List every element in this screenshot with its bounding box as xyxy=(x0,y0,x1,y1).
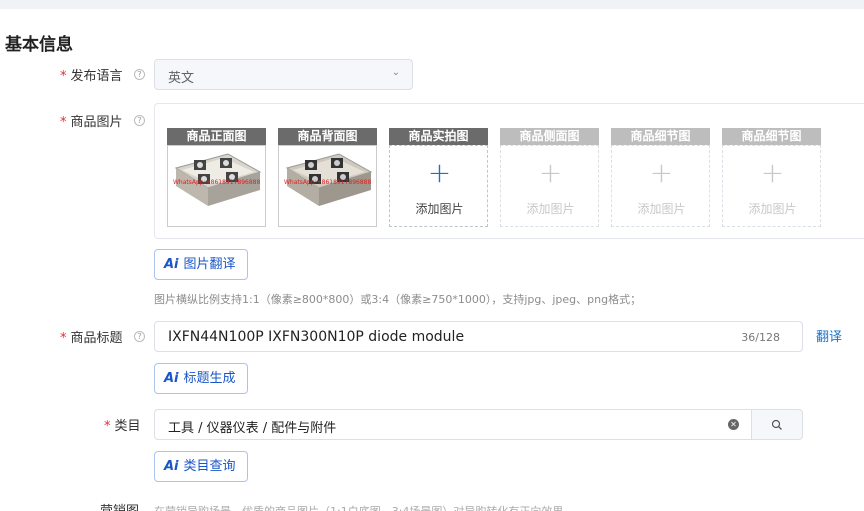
add-image-button: + 添加图片 xyxy=(611,145,710,227)
slot-caption: 商品细节图 xyxy=(722,128,821,145)
required-mark: * xyxy=(104,419,111,434)
product-image[interactable]: WhatsApp:+8618917896888 xyxy=(278,145,377,227)
language-value: 英文 xyxy=(168,71,195,86)
add-image-label: 添加图片 xyxy=(415,202,464,216)
help-icon[interactable]: ? xyxy=(134,69,145,80)
image-slot-detail-1: 商品细节图 + 添加图片 xyxy=(611,128,710,227)
category-label: * 类目 xyxy=(104,419,141,434)
image-slot-side: 商品侧面图 + 添加图片 xyxy=(500,128,599,227)
svg-text:WhatsApp:+8618917896888: WhatsApp:+8618917896888 xyxy=(284,179,371,186)
plus-icon: + xyxy=(760,156,785,189)
svg-text:WhatsApp:+8618917896888: WhatsApp:+8618917896888 xyxy=(173,179,260,186)
image-hint: 图片横纵比例支持1:1（像素≥800*800）或3:4（像素≥750*1000）… xyxy=(154,293,642,306)
slot-caption: 商品侧面图 xyxy=(500,128,599,145)
slot-caption: 商品背面图 xyxy=(278,128,377,145)
marketing-label: 营销图 xyxy=(100,500,139,511)
required-mark: * xyxy=(60,331,67,346)
title-input[interactable]: IXFN44N100P IXFN300N10P diode module 36/… xyxy=(154,321,803,352)
help-icon[interactable]: ? xyxy=(134,115,145,126)
required-mark: * xyxy=(60,69,67,84)
ai-icon: Ai xyxy=(164,257,179,272)
category-search-button[interactable] xyxy=(751,409,803,440)
add-image-button: + 添加图片 xyxy=(500,145,599,227)
button-label: 图片翻译 xyxy=(183,257,236,272)
chevron-down-icon: ⌄ xyxy=(391,67,400,78)
plus-icon: + xyxy=(427,156,452,189)
diode-module-image: WhatsApp:+8618917896888 xyxy=(173,153,262,206)
char-count: 36/128 xyxy=(741,331,780,344)
translate-link[interactable]: 翻译 xyxy=(816,326,842,345)
add-image-button: + 添加图片 xyxy=(722,145,821,227)
ai-icon: Ai xyxy=(164,371,179,386)
plus-icon: + xyxy=(649,156,674,189)
category-query-button[interactable]: Ai 类目查询 xyxy=(154,451,248,482)
plus-icon: + xyxy=(538,156,563,189)
slot-caption: 商品正面图 xyxy=(167,128,266,145)
title-value: IXFN44N100P IXFN300N10P diode module xyxy=(168,329,465,345)
add-image-button[interactable]: + 添加图片 xyxy=(389,145,488,227)
button-label: 标题生成 xyxy=(183,371,236,386)
title-generate-button[interactable]: Ai 标题生成 xyxy=(154,363,248,394)
clear-icon[interactable]: ✕ xyxy=(728,419,739,430)
help-icon[interactable]: ? xyxy=(134,331,145,342)
add-image-label: 添加图片 xyxy=(526,202,575,216)
search-icon xyxy=(771,419,782,430)
slot-caption: 商品细节图 xyxy=(611,128,710,145)
product-image[interactable]: WhatsApp:+8618917896888 xyxy=(167,145,266,227)
image-slot-detail-2: 商品细节图 + 添加图片 xyxy=(722,128,821,227)
add-image-label: 添加图片 xyxy=(748,202,797,216)
add-image-label: 添加图片 xyxy=(637,202,686,216)
images-label: * 商品图片 xyxy=(60,115,123,130)
required-mark: * xyxy=(60,115,67,130)
marketing-hint: 在营销导购场景，优质的商品图片（1:1白底图、3:4场景图）对导购转化有正向效果 xyxy=(154,503,563,511)
slot-caption: 商品实拍图 xyxy=(389,128,488,145)
image-slot-real[interactable]: 商品实拍图 + 添加图片 xyxy=(389,128,488,227)
image-translate-button[interactable]: Ai 图片翻译 xyxy=(154,249,248,280)
language-label: * 发布语言 xyxy=(60,69,123,84)
title-label: * 商品标题 xyxy=(60,331,123,346)
diode-module-image: WhatsApp:+8618917896888 xyxy=(284,153,373,206)
top-bar xyxy=(0,0,864,9)
image-slot-front[interactable]: 商品正面图 WhatsApp:+8618917896888 xyxy=(167,128,266,227)
section-title: 基本信息 xyxy=(5,35,73,55)
button-label: 类目查询 xyxy=(183,459,236,474)
category-input[interactable]: 工具 / 仪器仪表 / 配件与附件 ✕ xyxy=(154,409,751,440)
ai-icon: Ai xyxy=(164,459,179,474)
language-select[interactable]: 英文 ⌄ xyxy=(154,59,413,90)
category-value: 工具 / 仪器仪表 / 配件与附件 xyxy=(168,421,337,436)
image-slot-back[interactable]: 商品背面图 WhatsApp:+8618917896888 xyxy=(278,128,377,227)
